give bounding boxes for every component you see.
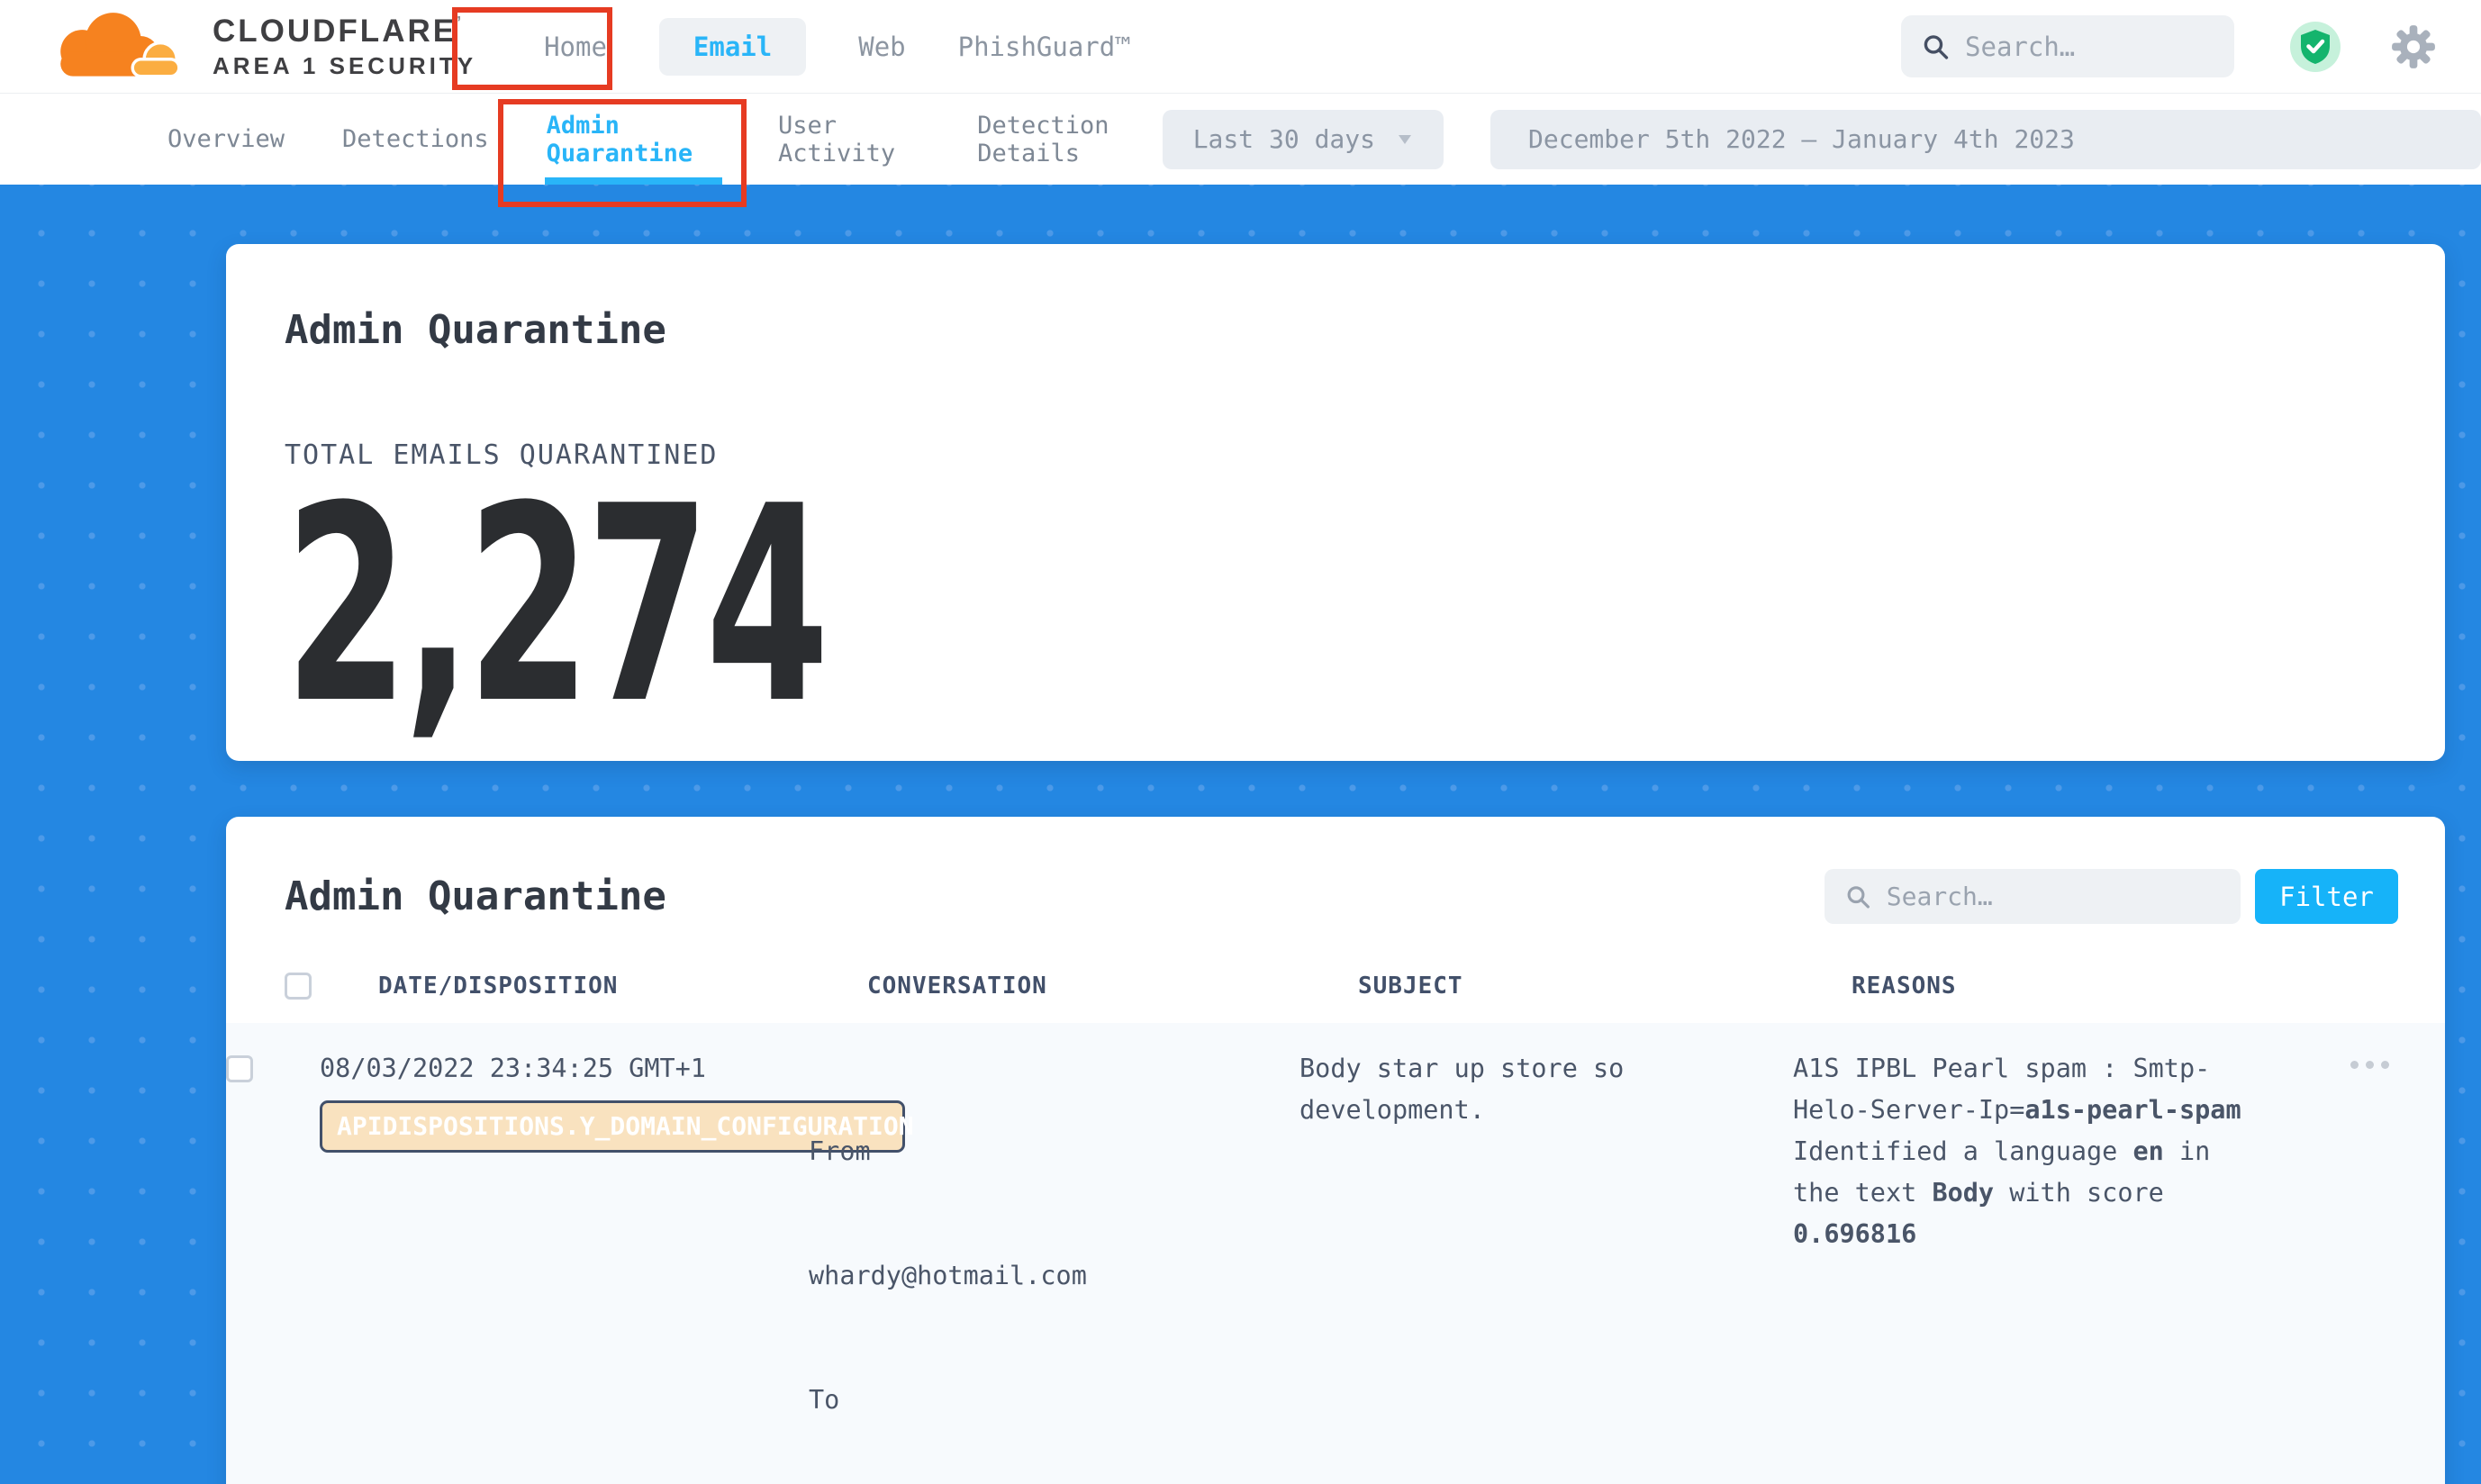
nav-phishguard[interactable]: PhishGuard™ bbox=[958, 32, 1131, 62]
table-search-input[interactable] bbox=[1887, 882, 2219, 911]
brand-name: CLOUDFLARE bbox=[213, 14, 457, 49]
tab-user-activity[interactable]: User Activity bbox=[778, 94, 919, 185]
select-all-checkbox[interactable] bbox=[285, 973, 312, 1000]
settings-gear-icon[interactable] bbox=[2391, 24, 2436, 69]
tab-overview[interactable]: Overview bbox=[168, 94, 285, 185]
filter-button[interactable]: Filter bbox=[2255, 869, 2398, 924]
conversation-cell: From whardy@hotmail.com To shawn37@casti… bbox=[809, 1048, 1299, 1484]
period-label: Last 30 days bbox=[1193, 124, 1375, 154]
col-date-disposition: DATE/DISPOSITION bbox=[378, 973, 867, 1000]
date-disposition-cell: 08/03/2022 23:34:25 GMT+1 APIDISPOSITION… bbox=[320, 1048, 809, 1484]
to-label: To bbox=[809, 1380, 1299, 1421]
date-range-label: December 5th 2022 — January 4th 2023 bbox=[1528, 124, 2075, 154]
row-datetime: 08/03/2022 23:34:25 GMT+1 bbox=[320, 1048, 809, 1090]
subject-cell: Body star up store so development. bbox=[1299, 1048, 1768, 1484]
reason-text: Identified a language bbox=[1793, 1136, 2133, 1166]
shield-check-icon bbox=[2299, 29, 2332, 65]
active-tab-underline bbox=[545, 177, 722, 185]
top-nav: CLOUDFLARE’ AREA 1 SECURITY Home Email W… bbox=[0, 0, 2481, 93]
secondary-nav: Overview Detections Admin Quarantine Use… bbox=[0, 93, 2481, 185]
date-controls: Last 30 days December 5th 2022 — January… bbox=[1163, 110, 2481, 169]
chevron-down-icon bbox=[1397, 133, 1413, 146]
page: CLOUDFLARE’ AREA 1 SECURITY Home Email W… bbox=[0, 0, 2481, 1484]
secondary-tabs: Overview Detections Admin Quarantine Use… bbox=[168, 94, 1163, 185]
table-card-header: Admin Quarantine Filter bbox=[226, 869, 2445, 924]
from-label: From bbox=[809, 1131, 1299, 1172]
nav-home[interactable]: Home bbox=[544, 32, 607, 62]
more-options-icon[interactable] bbox=[2350, 1061, 2389, 1484]
reason-text-bold: 0.696816 bbox=[1793, 1219, 1916, 1249]
col-reasons: REASONS bbox=[1852, 973, 2356, 1000]
logo-text: CLOUDFLARE’ AREA 1 SECURITY bbox=[213, 14, 476, 80]
col-subject: SUBJECT bbox=[1358, 973, 1852, 1000]
reason-text-bold: a1s-pearl-spam bbox=[2024, 1095, 2241, 1125]
search-icon bbox=[1923, 32, 1949, 62]
tab-admin-quarantine[interactable]: Admin Quarantine bbox=[547, 94, 720, 185]
nav-email[interactable]: Email bbox=[693, 32, 772, 62]
cloudflare-cloud-icon bbox=[27, 8, 207, 86]
protection-status-badge[interactable] bbox=[2290, 22, 2341, 72]
metric-value: 2,274 bbox=[285, 498, 825, 714]
search-icon bbox=[1846, 883, 1870, 910]
reason-text-bold: en bbox=[2133, 1136, 2164, 1166]
row-select-cell bbox=[226, 1048, 320, 1484]
cloudflare-logo[interactable]: CLOUDFLARE’ AREA 1 SECURITY bbox=[27, 8, 476, 86]
tab-admin-quarantine-label: Admin Quarantine bbox=[547, 112, 720, 167]
select-all-cell bbox=[285, 973, 378, 1000]
reason-text-bold: Body bbox=[1932, 1178, 1994, 1208]
dashboard-canvas: Admin Quarantine TOTAL EMAILS QUARANTINE… bbox=[0, 185, 2481, 1484]
stats-card: Admin Quarantine TOTAL EMAILS QUARANTINE… bbox=[226, 244, 2445, 761]
from-address[interactable]: whardy@hotmail.com bbox=[809, 1255, 1299, 1297]
col-conversation: CONVERSATION bbox=[867, 973, 1358, 1000]
global-search-input[interactable] bbox=[1965, 32, 2213, 62]
reason-text: with score bbox=[1994, 1178, 2164, 1208]
period-dropdown[interactable]: Last 30 days bbox=[1163, 110, 1444, 169]
col-actions bbox=[2356, 973, 2445, 1000]
gear-glyph bbox=[2391, 24, 2436, 69]
table-tools: Filter bbox=[1825, 869, 2398, 924]
primary-nav-items: Home Email Web PhishGuard™ bbox=[544, 18, 1131, 76]
nav-email-pill: Email bbox=[659, 18, 806, 76]
nav-web[interactable]: Web bbox=[858, 32, 905, 62]
date-range-picker[interactable]: December 5th 2022 — January 4th 2023 bbox=[1490, 110, 2481, 169]
table-card-title: Admin Quarantine bbox=[285, 873, 666, 919]
reasons-cell: A1S IPBL Pearl spam : Smtp-Helo-Server-I… bbox=[1793, 1048, 2261, 1484]
row-actions-cell bbox=[2297, 1048, 2445, 1484]
row-checkbox[interactable] bbox=[226, 1055, 253, 1082]
tab-detections[interactable]: Detections bbox=[342, 94, 489, 185]
quarantine-table-card: Admin Quarantine Filter DATE/DISPOSITION bbox=[226, 817, 2445, 1484]
stats-card-title: Admin Quarantine bbox=[285, 307, 2386, 353]
global-search bbox=[1901, 15, 2234, 77]
brand-trademark: ’ bbox=[457, 14, 464, 32]
tab-detection-details[interactable]: Detection Details bbox=[977, 94, 1163, 185]
table-row: 08/03/2022 23:34:25 GMT+1 APIDISPOSITION… bbox=[226, 1023, 2445, 1484]
brand-subtitle: AREA 1 SECURITY bbox=[213, 52, 476, 80]
table-search bbox=[1825, 869, 2241, 924]
table-header-row: DATE/DISPOSITION CONVERSATION SUBJECT RE… bbox=[226, 973, 2445, 1023]
